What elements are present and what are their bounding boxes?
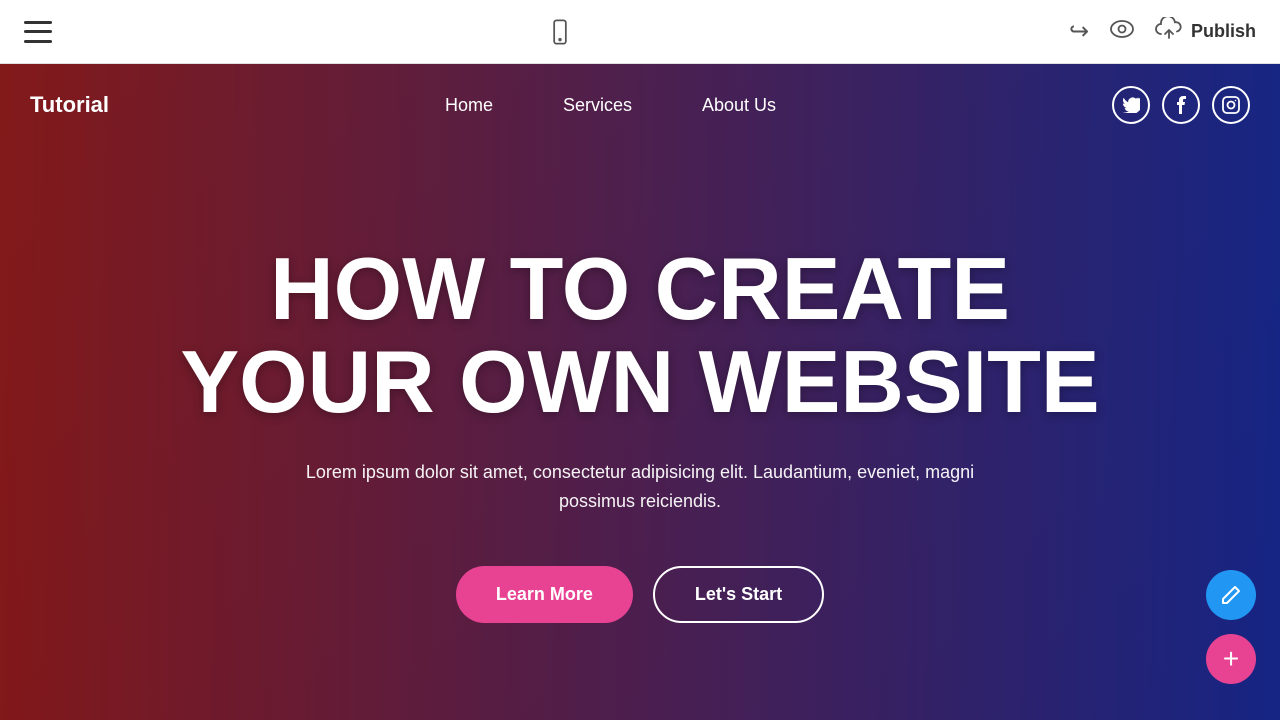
nav-links: Home Services About Us [445, 95, 776, 116]
toolbar-right: ↩ Publish [1069, 17, 1256, 46]
site-logo: Tutorial [30, 92, 109, 118]
hero-section: HOW TO CREATE YOUR OWN WEBSITE Lorem ips… [0, 146, 1280, 720]
nav-link-about[interactable]: About Us [702, 95, 776, 116]
hero-title-line2: YOUR OWN WEBSITE [180, 332, 1099, 431]
toolbar: ↩ Publish [0, 0, 1280, 64]
hero-buttons: Learn More Let's Start [456, 566, 824, 623]
instagram-icon[interactable] [1212, 86, 1250, 124]
site-navigation: Tutorial Home Services About Us [0, 64, 1280, 146]
cloud-upload-icon [1155, 17, 1183, 46]
add-icon: + [1223, 643, 1239, 675]
hero-subtitle: Lorem ipsum dolor sit amet, consectetur … [290, 458, 990, 516]
undo-icon[interactable]: ↩ [1069, 17, 1089, 46]
publish-label: Publish [1191, 21, 1256, 42]
phone-preview-icon[interactable] [542, 14, 578, 50]
lets-start-button[interactable]: Let's Start [653, 566, 824, 623]
twitter-icon[interactable] [1112, 86, 1150, 124]
toolbar-center [542, 14, 578, 50]
social-icons [1112, 86, 1250, 124]
website-preview: Tutorial Home Services About Us [0, 64, 1280, 720]
nav-link-services[interactable]: Services [563, 95, 632, 116]
toolbar-left [24, 21, 52, 43]
hero-title: HOW TO CREATE YOUR OWN WEBSITE [180, 243, 1099, 428]
learn-more-button[interactable]: Learn More [456, 566, 633, 623]
publish-button[interactable]: Publish [1155, 17, 1256, 46]
add-fab-button[interactable]: + [1206, 634, 1256, 684]
edit-fab-button[interactable] [1206, 570, 1256, 620]
nav-link-home[interactable]: Home [445, 95, 493, 116]
hamburger-menu-icon[interactable] [24, 21, 52, 43]
preview-eye-icon[interactable] [1109, 19, 1135, 45]
hero-title-line1: HOW TO CREATE [270, 239, 1010, 338]
facebook-icon[interactable] [1162, 86, 1200, 124]
